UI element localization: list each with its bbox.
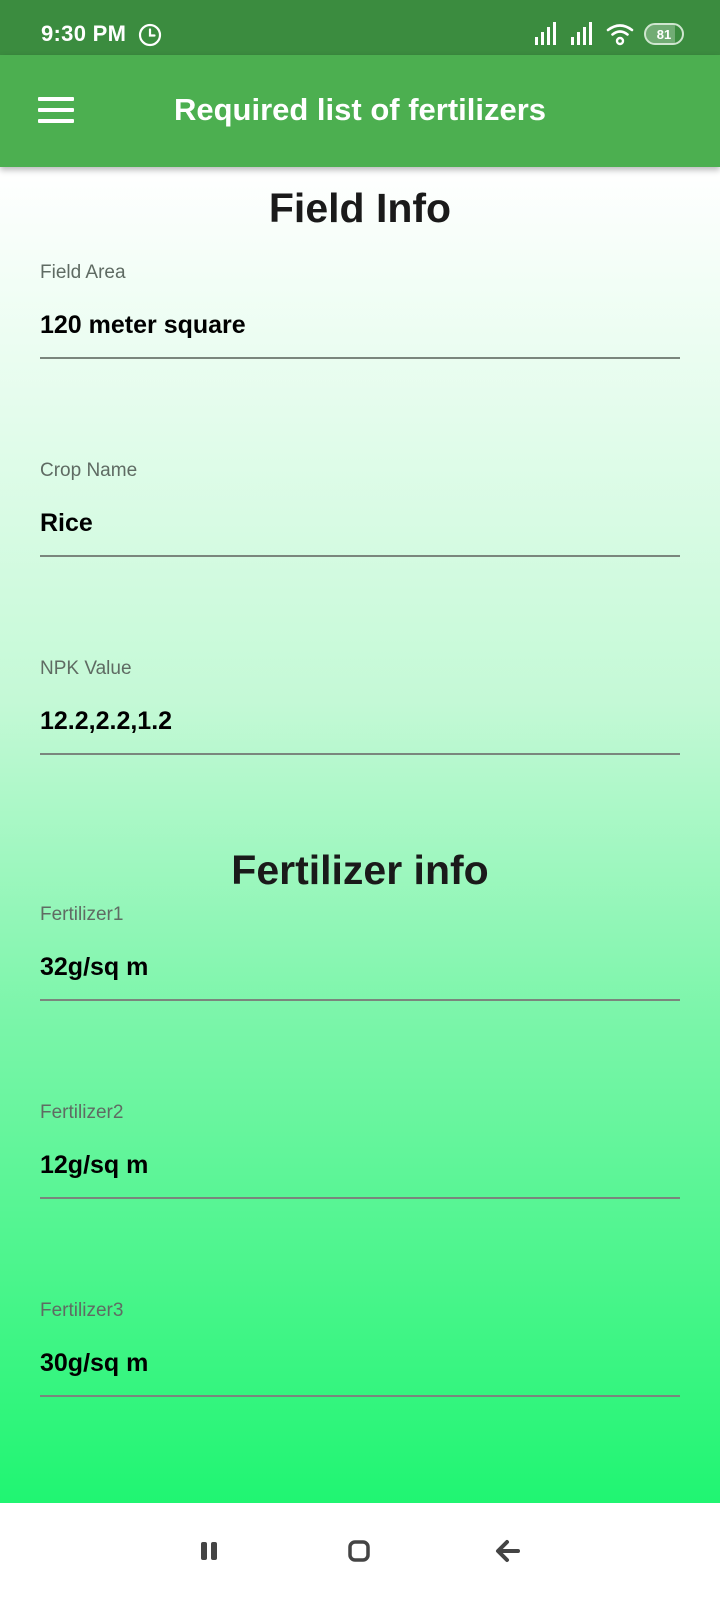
fertilizer2-label: Fertilizer2 <box>40 1102 124 1123</box>
field-area-label: Field Area <box>40 262 126 283</box>
npk-value-value[interactable]: 12.2,2.2,1.2 <box>40 707 680 736</box>
npk-value-underline <box>40 753 680 755</box>
fertilizer1-label: Fertilizer1 <box>40 904 124 925</box>
fertilizer3-value[interactable]: 30g/sq m <box>40 1349 680 1378</box>
fertilizer2-field[interactable]: Fertilizer2 12g/sq m <box>40 1102 680 1199</box>
crop-name-label: Crop Name <box>40 460 138 481</box>
status-bar: 9:30 PM 81 <box>0 0 720 55</box>
cellular-signal-icon <box>535 22 556 45</box>
field-info-heading: Field Info <box>268 185 452 231</box>
back-arrow-icon[interactable] <box>488 1531 528 1571</box>
status-icons: 81 <box>534 20 684 48</box>
fertilizer3-label: Fertilizer3 <box>40 1300 124 1321</box>
crop-name-underline <box>40 555 680 557</box>
fertilizer2-value[interactable]: 12g/sq m <box>40 1151 680 1180</box>
page-title: Required list of fertilizers <box>173 92 547 127</box>
fertilizer1-value[interactable]: 32g/sq m <box>40 953 680 982</box>
fertilizer2-underline <box>40 1197 680 1199</box>
battery-icon: 81 <box>644 23 684 45</box>
main-content: Field Info Field Area 120 meter square C… <box>0 167 720 1503</box>
recents-icon[interactable] <box>190 1531 230 1571</box>
wifi-icon <box>606 24 634 46</box>
npk-value-field[interactable]: NPK Value 12.2,2.2,1.2 <box>40 658 680 755</box>
field-area-underline <box>40 357 680 359</box>
fertilizer3-underline <box>40 1395 680 1397</box>
npk-value-label: NPK Value <box>40 658 132 679</box>
system-nav-bar <box>0 1503 720 1600</box>
status-time: 9:30 PM <box>41 21 127 46</box>
field-area-field[interactable]: Field Area 120 meter square <box>40 262 680 359</box>
fertilizer1-field[interactable]: Fertilizer1 32g/sq m <box>40 904 680 1001</box>
app-bar: Required list of fertilizers <box>0 55 720 167</box>
field-area-value[interactable]: 120 meter square <box>40 311 680 340</box>
fertilizer1-underline <box>40 999 680 1001</box>
fertilizer3-field[interactable]: Fertilizer3 30g/sq m <box>40 1300 680 1397</box>
battery-level: 81 <box>656 26 672 42</box>
fertilizer-info-heading: Fertilizer info <box>231 847 489 893</box>
alarm-clock-icon <box>138 23 162 47</box>
home-icon[interactable] <box>339 1531 379 1571</box>
cellular-signal-icon <box>571 22 592 45</box>
crop-name-value[interactable]: Rice <box>40 509 680 538</box>
crop-name-field[interactable]: Crop Name Rice <box>40 460 680 557</box>
